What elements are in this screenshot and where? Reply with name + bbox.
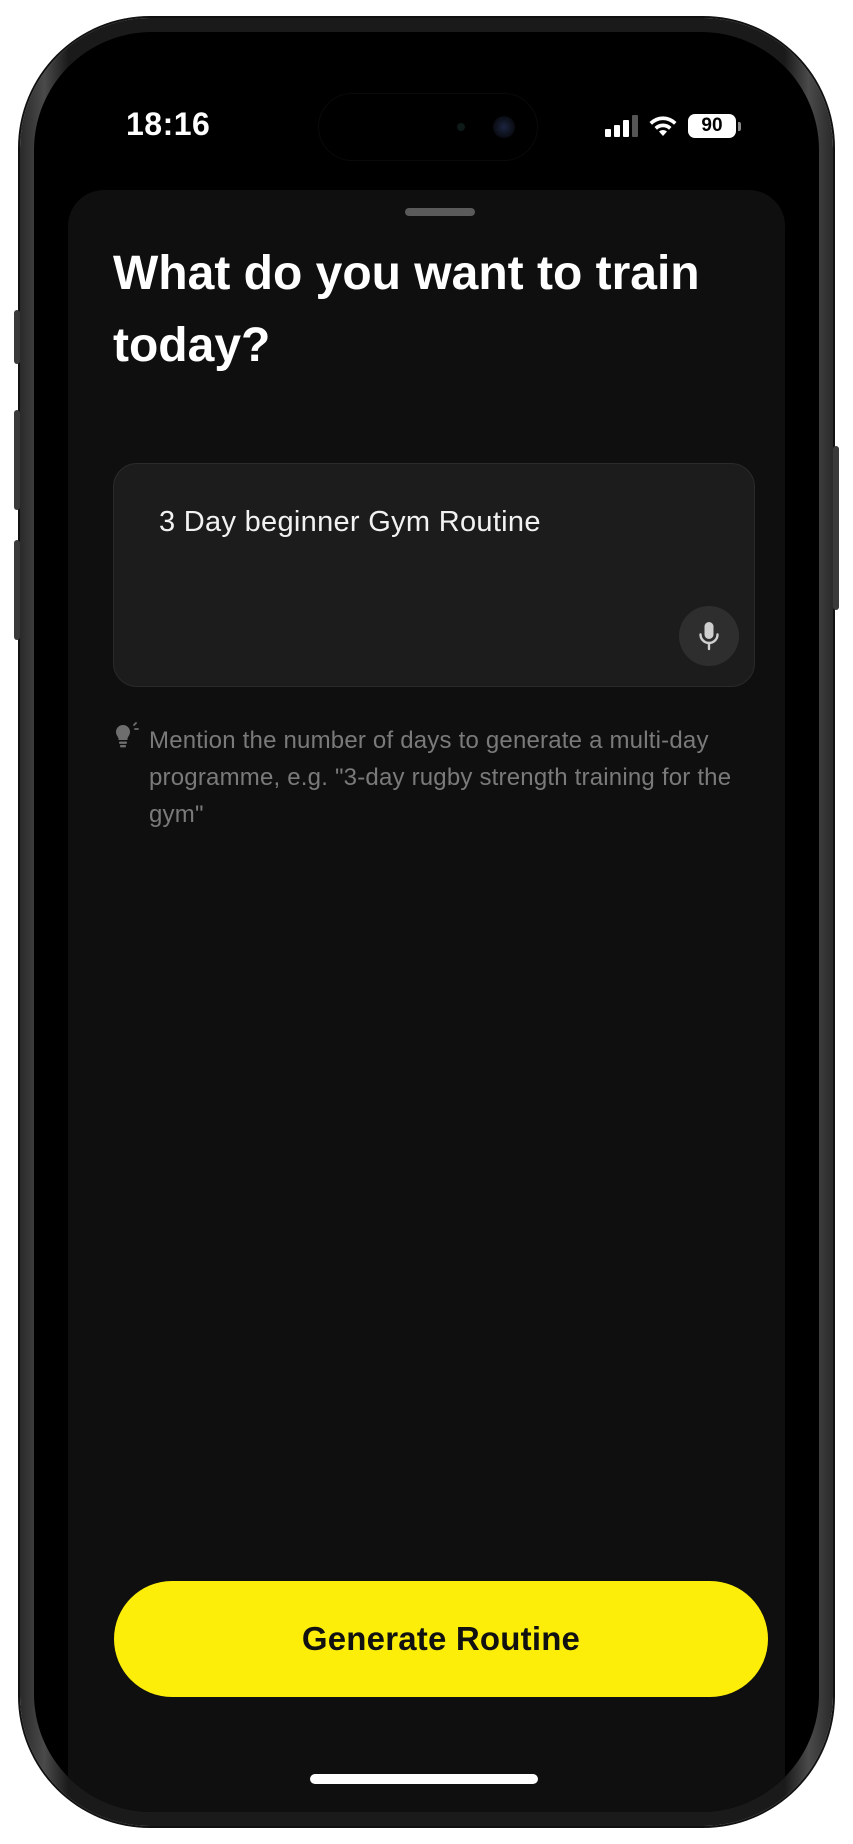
- battery-level: 90: [688, 114, 736, 138]
- volume-up-button: [14, 410, 20, 510]
- microphone-icon: [699, 622, 719, 651]
- hint: Mention the number of days to generate a…: [113, 722, 763, 833]
- hint-text: Mention the number of days to generate a…: [149, 727, 732, 828]
- wifi-icon: [649, 116, 677, 136]
- lightbulb-icon: [116, 722, 139, 748]
- action-button: [14, 310, 20, 364]
- status-bar: 18:16 90: [34, 32, 819, 160]
- page-title: What do you want to train today?: [113, 247, 700, 372]
- power-button: [833, 446, 839, 610]
- status-time: 18:16: [126, 106, 211, 142]
- sheet-grabber[interactable]: [405, 208, 475, 216]
- home-indicator[interactable]: [310, 1774, 538, 1784]
- battery-icon: 90: [688, 114, 741, 138]
- voice-input-button[interactable]: [679, 606, 739, 666]
- status-icons: 90: [605, 114, 741, 138]
- prompt-input-value[interactable]: 3 Day beginner Gym Routine: [159, 506, 541, 539]
- cellular-signal-icon: [605, 115, 638, 137]
- front-camera: [493, 116, 515, 138]
- generate-routine-button[interactable]: Generate Routine: [114, 1581, 768, 1697]
- volume-down-button: [14, 540, 20, 640]
- sensor-dot: [457, 123, 465, 131]
- prompt-input[interactable]: 3 Day beginner Gym Routine: [113, 463, 755, 687]
- battery-tip: [738, 121, 741, 131]
- phone-frame: 18:16 90 What do you want to train today…: [14, 18, 839, 1826]
- dynamic-island: [319, 94, 537, 160]
- bottom-sheet: What do you want to train today? 3 Day b…: [68, 190, 785, 1812]
- screen: 18:16 90 What do you want to train today…: [34, 32, 819, 1812]
